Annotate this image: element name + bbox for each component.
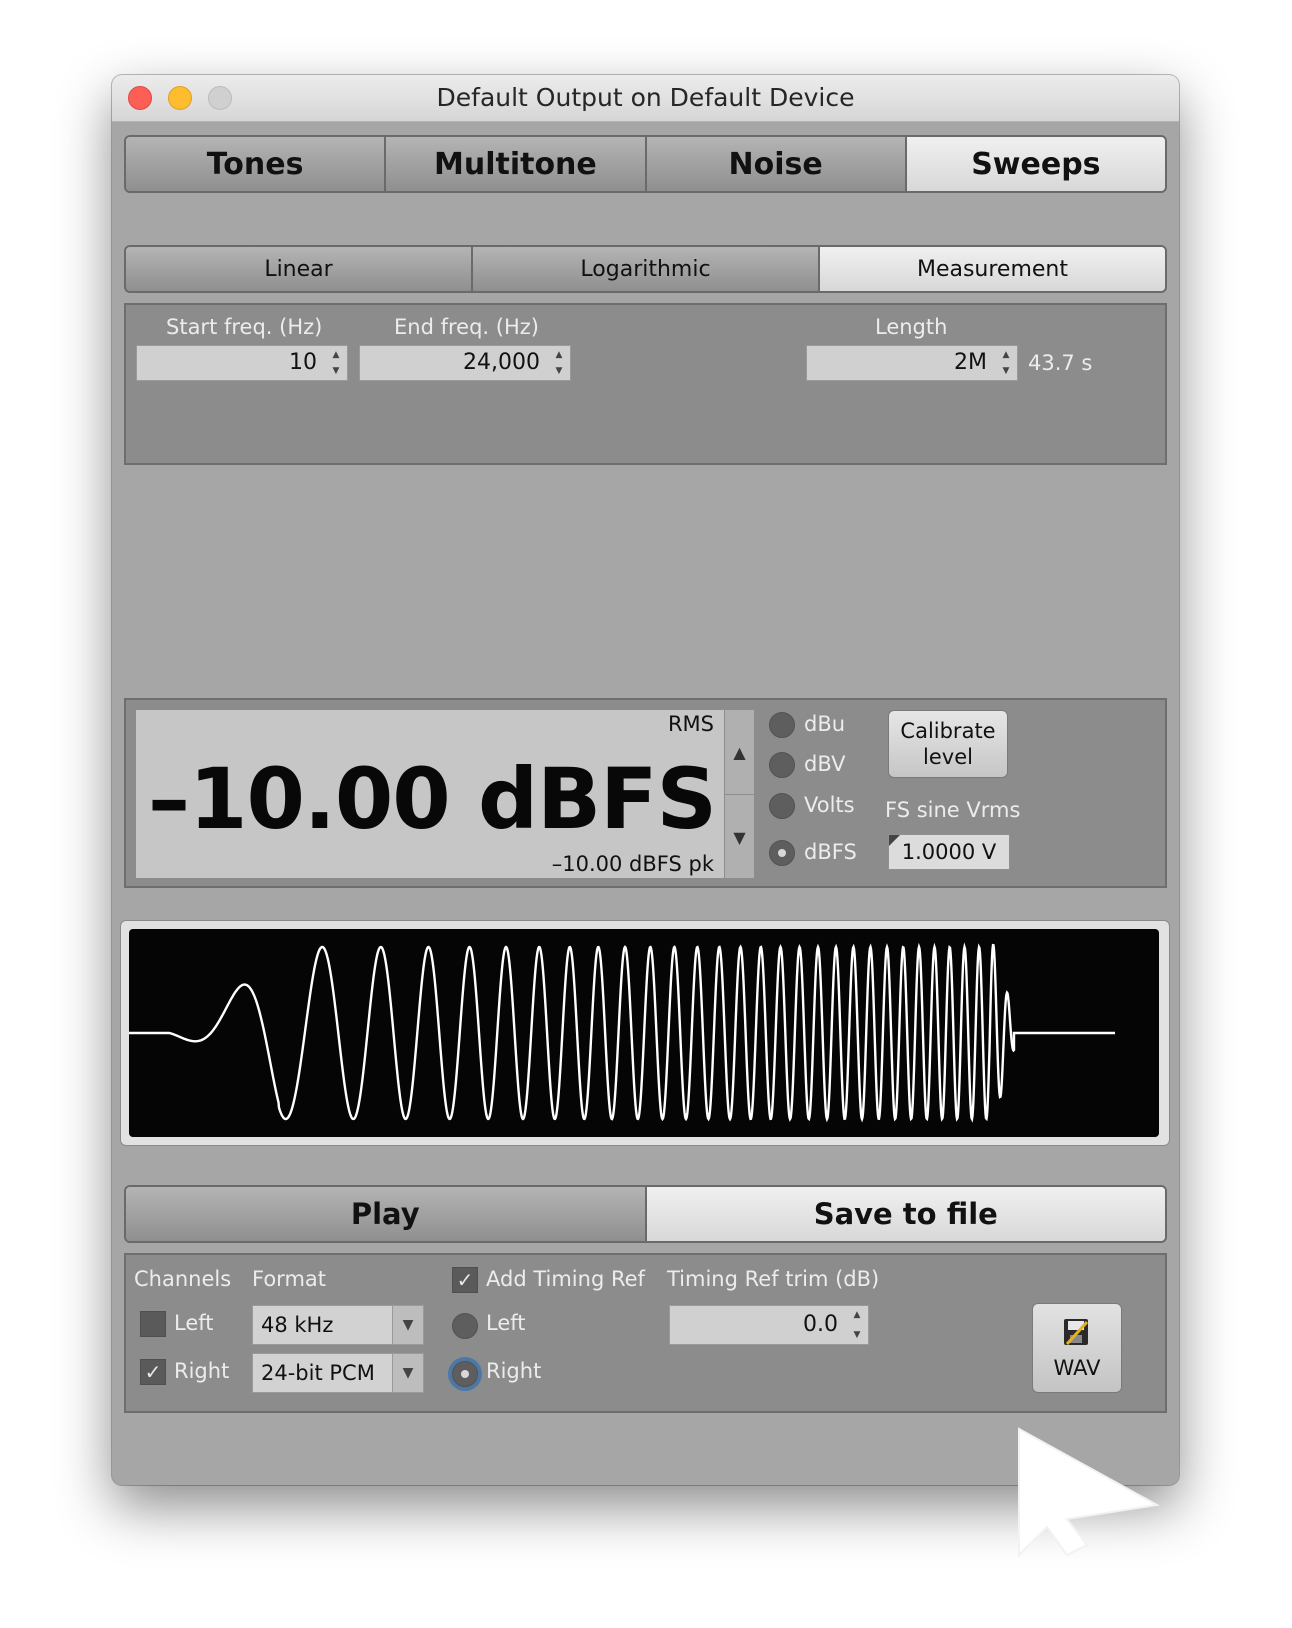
rms-label: RMS (667, 712, 714, 736)
unit-dbv-label: dBV (804, 752, 846, 776)
unit-volts-radio[interactable] (769, 793, 795, 819)
app-window: Default Output on Default Device Tones M… (112, 75, 1179, 1485)
trim-value: 0.0 (803, 1312, 838, 1337)
save-to-file-button[interactable]: Save to file (646, 1187, 1165, 1241)
waveform-display (129, 929, 1159, 1137)
dropdown-arrow-icon[interactable]: ▼ (392, 1354, 423, 1392)
tab-sweeps[interactable]: Sweeps (906, 137, 1165, 191)
sweep-waveform (129, 942, 1115, 1123)
action-tabs: Play Save to file (124, 1185, 1167, 1243)
save-options-panel: Channels Left ✓ Right Format 48 kHz ▼ 24… (124, 1253, 1167, 1413)
spinner-arrows-icon[interactable]: ▲ ▼ (550, 348, 568, 378)
sweep-settings-panel: Start freq. (Hz) 10 ▲ ▼ End freq. (Hz) 24… (124, 303, 1167, 465)
peak-readout: –10.00 dBFS pk (551, 852, 714, 876)
tab-tones[interactable]: Tones (126, 137, 387, 191)
tab-linear[interactable]: Linear (126, 247, 473, 291)
unit-dbfs-label: dBFS (804, 840, 857, 864)
end-freq-label: End freq. (Hz) (394, 315, 539, 339)
wav-label: WAV (1053, 1356, 1101, 1380)
format-label: Format (252, 1267, 327, 1291)
level-readout[interactable]: –10.00 dBFS (148, 750, 717, 848)
title-bar: Default Output on Default Device (112, 75, 1179, 122)
level-panel: RMS –10.00 dBFS –10.00 dBFS pk ▲ ▼ dBu d… (124, 698, 1167, 888)
unit-dbu-radio[interactable] (769, 712, 795, 738)
fs-sine-label: FS sine Vrms (885, 798, 1021, 822)
dropdown-arrow-icon[interactable]: ▼ (392, 1306, 423, 1344)
unit-dbu-label: dBu (804, 712, 846, 736)
end-freq-value: 24,000 (463, 350, 540, 375)
channels-label: Channels (134, 1267, 232, 1291)
spinner-arrows-icon[interactable]: ▲ ▼ (848, 1308, 866, 1342)
level-stepper[interactable]: ▲ ▼ (724, 710, 754, 878)
sweep-type-tabs: Linear Logarithmic Measurement (124, 245, 1167, 293)
channel-left-checkbox[interactable] (140, 1311, 166, 1337)
waveform-svg (129, 942, 1115, 1123)
wav-file-icon (1064, 1319, 1089, 1346)
calibrate-level-button[interactable]: Calibrate level (888, 710, 1008, 778)
waveform-frame (120, 920, 1170, 1146)
bit-depth-value: 24-bit PCM (261, 1361, 375, 1385)
fs-sine-input[interactable]: 1.0000 V (888, 834, 1010, 870)
timing-ref-checkbox[interactable]: ✓ (452, 1267, 478, 1293)
timing-ref-left-radio[interactable] (452, 1313, 478, 1339)
length-value: 2M (954, 350, 987, 375)
level-up-icon[interactable]: ▲ (725, 710, 754, 795)
start-freq-input[interactable]: 10 ▲ ▼ (136, 345, 348, 381)
main-tabs: Tones Multitone Noise Sweeps (124, 135, 1167, 193)
start-freq-label: Start freq. (Hz) (166, 315, 323, 339)
level-display: RMS –10.00 dBFS –10.00 dBFS pk (136, 710, 724, 878)
tab-measurement[interactable]: Measurement (820, 247, 1165, 291)
channel-right-label: Right (174, 1359, 230, 1383)
spinner-arrows-icon[interactable]: ▲ ▼ (997, 348, 1015, 378)
channel-right-checkbox[interactable]: ✓ (140, 1359, 166, 1385)
unit-volts-label: Volts (804, 793, 855, 817)
unit-dbfs-radio[interactable] (769, 840, 795, 866)
timing-ref-right-label: Right (486, 1359, 542, 1383)
tab-logarithmic[interactable]: Logarithmic (473, 247, 820, 291)
timing-ref-right-radio[interactable] (452, 1361, 478, 1387)
sample-rate-value: 48 kHz (261, 1313, 334, 1337)
start-freq-value: 10 (289, 350, 317, 375)
play-button[interactable]: Play (126, 1187, 647, 1241)
tab-multitone[interactable]: Multitone (386, 137, 647, 191)
wav-save-button[interactable]: WAV (1032, 1303, 1122, 1393)
spinner-arrows-icon[interactable]: ▲ ▼ (327, 348, 345, 378)
cursor-arrow (1018, 1427, 1161, 1557)
timing-ref-left-label: Left (486, 1311, 526, 1335)
sample-rate-select[interactable]: 48 kHz ▼ (252, 1305, 424, 1345)
calibrate-label-line2: level (923, 745, 973, 769)
end-freq-input[interactable]: 24,000 ▲ ▼ (359, 345, 571, 381)
trim-label: Timing Ref trim (dB) (667, 1267, 880, 1291)
calibrate-label-line1: Calibrate (900, 719, 996, 743)
trim-input[interactable]: 0.0 ▲ ▼ (669, 1305, 869, 1345)
length-input[interactable]: 2M ▲ ▼ (806, 345, 1018, 381)
timing-ref-label: Add Timing Ref (486, 1267, 645, 1291)
length-seconds: 43.7 s (1028, 351, 1093, 375)
tab-noise[interactable]: Noise (646, 137, 907, 191)
bit-depth-select[interactable]: 24-bit PCM ▼ (252, 1353, 424, 1393)
length-label: Length (875, 315, 948, 339)
unit-dbv-radio[interactable] (769, 752, 795, 778)
channel-left-label: Left (174, 1311, 214, 1335)
level-down-icon[interactable]: ▼ (725, 795, 754, 879)
window-title: Default Output on Default Device (436, 83, 855, 112)
